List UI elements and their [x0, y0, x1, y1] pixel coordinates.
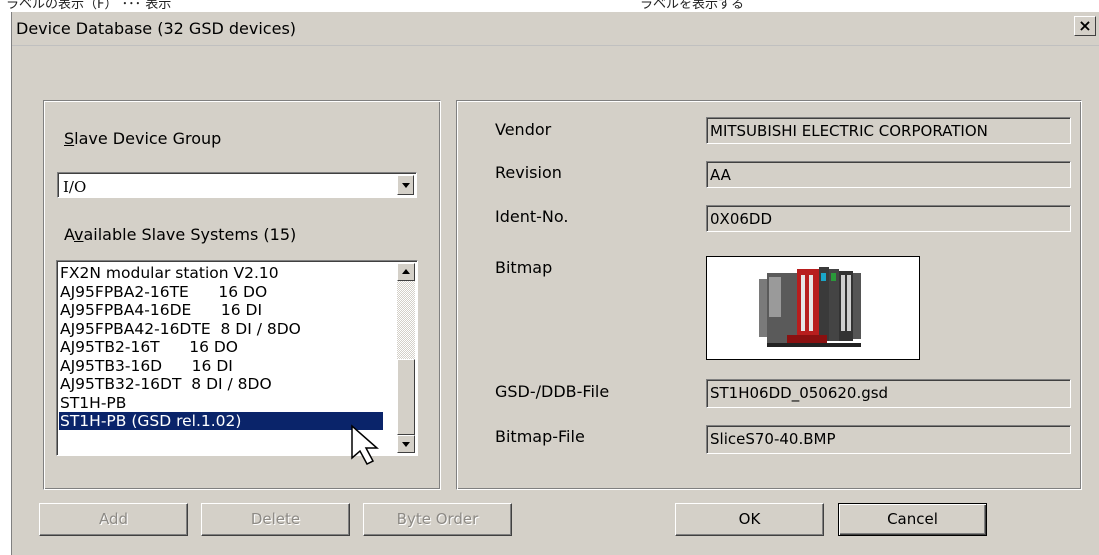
byte-order-button[interactable]: Byte Order — [363, 503, 512, 536]
device-bitmap — [706, 256, 920, 360]
byte-order-button-label: Byte Order — [396, 510, 479, 528]
ok-button[interactable]: OK — [675, 503, 824, 536]
delete-button[interactable]: Delete — [201, 503, 350, 536]
list-item[interactable]: ST1H-PB — [60, 394, 380, 412]
list-item[interactable]: AJ95TB32-16DT 8 DI / 8DO — [60, 375, 380, 393]
vendor-label: Vendor — [495, 120, 552, 139]
list-scrollbar[interactable] — [397, 263, 415, 453]
close-icon: × — [1078, 16, 1092, 35]
revision-label: Revision — [495, 163, 562, 182]
plc-module-icon — [759, 267, 861, 347]
device-database-dialog: Device Database (32 GSD devices) × Slave… — [11, 12, 1099, 555]
ident-no-label: Ident-No. — [495, 207, 569, 226]
dialog-title: Device Database (32 GSD devices) — [16, 19, 297, 38]
revision-field: AA — [706, 161, 1071, 188]
vendor-field: MITSUBISHI ELECTRIC CORPORATION — [706, 117, 1071, 144]
list-item[interactable]: AJ95FPBA42-16DTE 8 DI / 8DO — [60, 320, 380, 338]
bitmap-file-label: Bitmap-File — [495, 427, 585, 446]
slave-device-group-value: I/O — [63, 178, 87, 196]
list-item[interactable]: AJ95FPBA4-16DE 16 DI — [60, 301, 380, 319]
close-button[interactable]: × — [1074, 16, 1096, 36]
slave-device-group-label: Slave Device Group — [64, 129, 222, 148]
scroll-up-arrow[interactable] — [397, 263, 415, 281]
slave-device-group-select[interactable]: I/O — [57, 172, 417, 198]
list-item[interactable]: AJ95TB2-16T 16 DO — [60, 338, 380, 356]
slave-device-group-label-rest: lave Device Group — [74, 129, 222, 148]
cancel-button[interactable]: Cancel — [838, 503, 987, 536]
background-text-right: ラベルを表示する — [640, 0, 745, 12]
list-item[interactable]: AJ95TB3-16D 16 DI — [60, 357, 380, 375]
available-slave-systems-label: Available Slave Systems (15) — [64, 225, 297, 244]
gsd-file-label: GSD-/DDB-File — [495, 382, 610, 401]
list-item[interactable]: FX2N modular station V2.10 — [60, 264, 380, 282]
ok-button-label: OK — [738, 510, 761, 528]
add-button-label: Add — [98, 510, 129, 528]
gsd-file-field: ST1H06DD_050620.gsd — [706, 379, 1071, 408]
bitmap-label: Bitmap — [495, 258, 553, 277]
background-text-left: ラベルの表示（F） ･･･ 表示 — [6, 0, 172, 12]
bitmap-file-field: SliceS70-40.BMP — [706, 425, 1071, 454]
list-item[interactable]: AJ95FPBA2-16TE 16 DO — [60, 283, 380, 301]
title-bar: Device Database (32 GSD devices) × — [12, 12, 1099, 46]
scroll-down-arrow[interactable] — [397, 435, 415, 453]
list-item[interactable]: ST1H-PB (GSD rel.1.02) — [59, 412, 383, 430]
delete-button-label: Delete — [250, 510, 301, 528]
add-button[interactable]: Add — [39, 503, 188, 536]
scroll-thumb[interactable] — [397, 359, 415, 435]
mouse-pointer-icon — [351, 424, 379, 465]
ident-no-field: 0X06DD — [706, 205, 1071, 232]
cancel-button-label: Cancel — [887, 510, 938, 528]
chevron-down-icon[interactable] — [397, 175, 414, 195]
background-strip: ラベルの表示（F） ･･･ 表示 ラベルを表示する — [0, 0, 1099, 12]
